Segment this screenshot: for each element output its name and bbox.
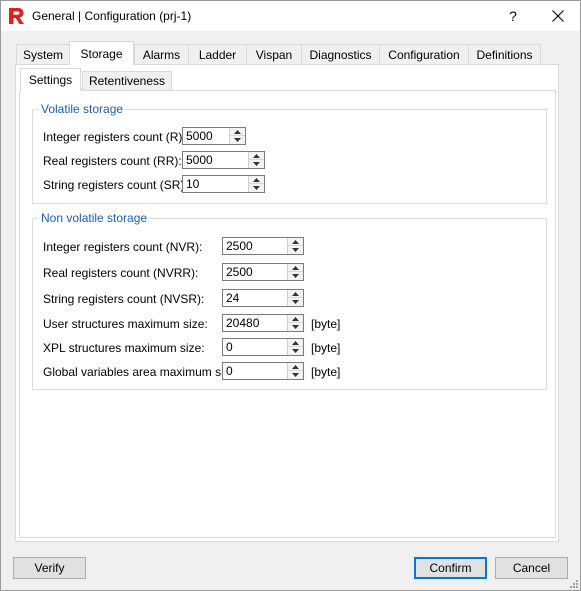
arrow-up-icon: [253, 177, 260, 182]
spin-up-button[interactable]: [288, 339, 303, 347]
global-variables-input[interactable]: [223, 363, 289, 379]
string-registers-spinbox[interactable]: [182, 175, 265, 193]
global-variables-label: Global variables area maximum size:: [43, 365, 240, 379]
arrow-down-icon: [292, 274, 299, 278]
arrow-down-icon: [234, 138, 241, 142]
volatile-storage-title: Volatile storage: [39, 102, 126, 116]
non-volatile-storage-title: Non volatile storage: [39, 211, 150, 225]
tab-configuration[interactable]: Configuration: [379, 44, 469, 64]
xpl-structures-label: XPL structures maximum size:: [43, 341, 205, 355]
spin-down-button[interactable]: [249, 160, 264, 168]
xpl-structures-spinbox[interactable]: [222, 338, 304, 356]
tab-storage[interactable]: Storage: [69, 41, 134, 65]
arrow-up-icon: [292, 265, 299, 270]
close-icon: [552, 10, 564, 22]
nvrr-spinbox[interactable]: [222, 263, 304, 281]
spin-up-button[interactable]: [288, 238, 303, 246]
arrow-up-icon: [234, 129, 241, 134]
verify-button[interactable]: Verify: [13, 557, 86, 579]
close-button[interactable]: [540, 1, 576, 31]
arrow-up-icon: [292, 239, 299, 244]
xpl-structures-unit: [byte]: [311, 341, 341, 355]
configuration-dialog: General | Configuration (prj-1) ? System…: [0, 0, 581, 591]
xpl-structures-input[interactable]: [223, 339, 289, 355]
string-registers-label: String registers count (SR):: [43, 178, 188, 192]
title-bar: General | Configuration (prj-1) ?: [1, 1, 580, 31]
arrow-up-icon: [292, 340, 299, 345]
tab-diagnostics[interactable]: Diagnostics: [301, 44, 380, 64]
arrow-down-icon: [253, 162, 260, 166]
tab-vispan[interactable]: Vispan: [246, 44, 302, 64]
spin-down-button[interactable]: [249, 184, 264, 192]
spin-down-button[interactable]: [288, 371, 303, 379]
spin-down-button[interactable]: [230, 136, 245, 144]
arrow-down-icon: [292, 325, 299, 329]
string-registers-input[interactable]: [183, 176, 250, 192]
user-structures-label: User structures maximum size:: [43, 317, 208, 331]
spin-up-button[interactable]: [288, 264, 303, 272]
arrow-up-icon: [292, 316, 299, 321]
integer-registers-input[interactable]: [183, 128, 231, 144]
arrow-up-icon: [253, 153, 260, 158]
spin-up-button[interactable]: [288, 315, 303, 323]
confirm-button[interactable]: Confirm: [414, 557, 487, 579]
global-variables-spinbox[interactable]: [222, 362, 304, 380]
spin-buttons: [248, 152, 264, 168]
spin-buttons: [248, 176, 264, 192]
spin-buttons: [287, 363, 303, 379]
spin-buttons: [287, 238, 303, 254]
arrow-up-icon: [292, 291, 299, 296]
arrow-down-icon: [292, 248, 299, 252]
tab-definitions[interactable]: Definitions: [468, 44, 541, 64]
spin-up-button[interactable]: [249, 152, 264, 160]
user-structures-spinbox[interactable]: [222, 314, 304, 332]
real-registers-spinbox[interactable]: [182, 151, 265, 169]
spin-buttons: [229, 128, 245, 144]
arrow-down-icon: [292, 349, 299, 353]
spin-buttons: [287, 264, 303, 280]
nvr-spinbox[interactable]: [222, 237, 304, 255]
window-title: General | Configuration (prj-1): [32, 9, 192, 23]
tab-retentiveness[interactable]: Retentiveness: [82, 71, 172, 90]
cancel-button[interactable]: Cancel: [495, 557, 568, 579]
nvsr-spinbox[interactable]: [222, 289, 304, 307]
spin-up-button[interactable]: [249, 176, 264, 184]
spin-buttons: [287, 339, 303, 355]
spin-down-button[interactable]: [288, 298, 303, 306]
nvr-label: Integer registers count (NVR):: [43, 240, 203, 254]
app-logo-icon: [9, 8, 24, 24]
arrow-down-icon: [253, 186, 260, 190]
spin-buttons: [287, 290, 303, 306]
nvr-input[interactable]: [223, 238, 289, 254]
real-registers-label: Real registers count (RR):: [43, 154, 182, 168]
arrow-down-icon: [292, 300, 299, 304]
spin-buttons: [287, 315, 303, 331]
spin-down-button[interactable]: [288, 272, 303, 280]
tab-ladder[interactable]: Ladder: [188, 44, 247, 64]
integer-registers-label: Integer registers count (R):: [43, 130, 186, 144]
spin-up-button[interactable]: [288, 290, 303, 298]
user-structures-input[interactable]: [223, 315, 289, 331]
help-button[interactable]: ?: [498, 1, 528, 31]
tab-settings[interactable]: Settings: [20, 68, 81, 91]
arrow-up-icon: [292, 364, 299, 369]
nvsr-label: String registers count (NVSR):: [43, 292, 205, 306]
tab-system[interactable]: System: [16, 44, 70, 64]
spin-down-button[interactable]: [288, 323, 303, 331]
resize-grip-icon[interactable]: [568, 578, 578, 588]
spin-up-button[interactable]: [230, 128, 245, 136]
nvsr-input[interactable]: [223, 290, 289, 306]
spin-up-button[interactable]: [288, 363, 303, 371]
spin-down-button[interactable]: [288, 347, 303, 355]
real-registers-input[interactable]: [183, 152, 250, 168]
arrow-down-icon: [292, 373, 299, 377]
nvrr-input[interactable]: [223, 264, 289, 280]
spin-down-button[interactable]: [288, 246, 303, 254]
tab-alarms[interactable]: Alarms: [134, 44, 189, 64]
global-variables-unit: [byte]: [311, 365, 341, 379]
user-structures-unit: [byte]: [311, 317, 341, 331]
integer-registers-spinbox[interactable]: [182, 127, 246, 145]
nvrr-label: Real registers count (NVRR):: [43, 266, 199, 280]
